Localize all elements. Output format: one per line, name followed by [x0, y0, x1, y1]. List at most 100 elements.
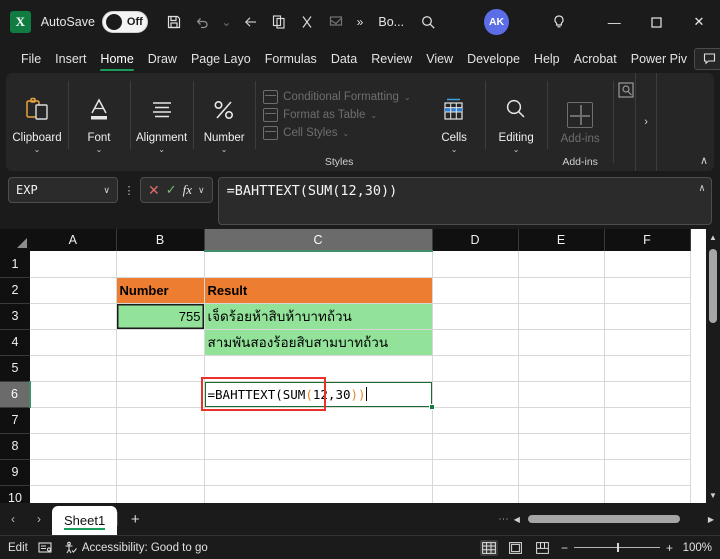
cell-a5[interactable]	[30, 355, 116, 381]
scroll-left-icon[interactable]: ◀	[514, 515, 520, 524]
cell-f7[interactable]	[604, 407, 690, 433]
vertical-scrollbar[interactable]: ▲ ▼	[706, 229, 720, 503]
tab-home[interactable]: Home	[93, 44, 140, 73]
cell-b2[interactable]: Number	[116, 277, 204, 303]
page-break-preview-button[interactable]	[534, 540, 552, 556]
cell-b8[interactable]	[116, 433, 204, 459]
tab-draw[interactable]: Draw	[141, 44, 184, 73]
cell-e8[interactable]	[518, 433, 604, 459]
autosave-toggle[interactable]: Off	[102, 11, 148, 33]
tab-power-pivot[interactable]: Power Piv	[624, 44, 694, 73]
cell-b7[interactable]	[116, 407, 204, 433]
cell-c1[interactable]	[204, 251, 432, 277]
cell-b6[interactable]	[116, 381, 204, 407]
worksheet-grid[interactable]: A B C D E F 1 2 Number Result	[0, 229, 720, 503]
cell-d8[interactable]	[432, 433, 518, 459]
cell-d6[interactable]	[432, 381, 518, 407]
name-box[interactable]: EXP ∨	[8, 177, 118, 203]
cell-f10[interactable]	[604, 485, 690, 503]
cancel-formula-icon[interactable]: ✕	[148, 182, 160, 199]
copy-icon[interactable]	[265, 7, 293, 37]
zoom-in-button[interactable]: +	[666, 541, 673, 555]
row-header-6[interactable]: 6	[0, 381, 30, 407]
cell-f1[interactable]	[604, 251, 690, 277]
column-header-b[interactable]: B	[116, 229, 204, 251]
tab-view[interactable]: View	[419, 44, 460, 73]
cell-b5[interactable]	[116, 355, 204, 381]
chevron-down-icon[interactable]: ⌄	[34, 145, 41, 155]
row-header-4[interactable]: 4	[0, 329, 30, 355]
page-layout-view-button[interactable]	[507, 540, 525, 556]
scroll-right-icon[interactable]: ▶	[708, 515, 714, 524]
format-painter-icon[interactable]	[321, 7, 349, 37]
cell-e4[interactable]	[518, 329, 604, 355]
row-header-8[interactable]: 8	[0, 433, 30, 459]
zoom-track[interactable]	[574, 547, 660, 548]
horizontal-scroll-thumb[interactable]	[528, 515, 680, 523]
record-macro-icon[interactable]	[38, 541, 53, 554]
chevron-down-icon[interactable]: ⌄	[451, 145, 458, 155]
horizontal-scrollbar[interactable]: ◀ ▶	[514, 514, 714, 524]
cell-d3[interactable]	[432, 303, 518, 329]
chevron-down-icon[interactable]: ⌄	[221, 145, 228, 155]
ribbon-more-button[interactable]: ›	[635, 73, 657, 171]
cell-d4[interactable]	[432, 329, 518, 355]
cell-f4[interactable]	[604, 329, 690, 355]
tab-data[interactable]: Data	[324, 44, 364, 73]
maximize-button[interactable]	[635, 0, 677, 44]
cell-c8[interactable]	[204, 433, 432, 459]
cell-f8[interactable]	[604, 433, 690, 459]
tab-acrobat[interactable]: Acrobat	[567, 44, 624, 73]
ribbon-group-font[interactable]: Font ⌄	[68, 73, 130, 171]
cell-e1[interactable]	[518, 251, 604, 277]
comments-button[interactable]	[694, 48, 720, 70]
more-commands-icon[interactable]: »	[350, 7, 371, 37]
cell-d2[interactable]	[432, 277, 518, 303]
ribbon-group-cells[interactable]: Cells ⌄	[423, 73, 485, 171]
column-header-c[interactable]: C	[204, 229, 432, 251]
cell-f5[interactable]	[604, 355, 690, 381]
cell-b4[interactable]	[116, 329, 204, 355]
formula-input[interactable]: =BAHTTEXT(SUM(12,30)) ∧	[218, 177, 712, 225]
zoom-thumb[interactable]	[617, 543, 619, 552]
column-header-e[interactable]: E	[518, 229, 604, 251]
cell-b9[interactable]	[116, 459, 204, 485]
cell-a2[interactable]	[30, 277, 116, 303]
accessibility-status[interactable]: Accessibility: Good to go	[63, 541, 208, 555]
ribbon-group-editing[interactable]: Editing ⌄	[485, 73, 547, 171]
column-header-f[interactable]: F	[604, 229, 690, 251]
scroll-down-icon[interactable]: ▼	[706, 487, 720, 503]
ribbon-group-clipboard[interactable]: Clipboard ⌄	[6, 73, 68, 171]
search-icon[interactable]	[414, 7, 442, 37]
ribbon-group-alignment[interactable]: Alignment ⌄	[130, 73, 193, 171]
cell-a9[interactable]	[30, 459, 116, 485]
tab-file[interactable]: File	[14, 44, 48, 73]
cell-f6[interactable]	[604, 381, 690, 407]
redo-icon[interactable]	[237, 7, 265, 37]
cell-c4[interactable]: สามพันสองร้อยสิบสามบาทถ้วน	[204, 329, 432, 355]
cell-d7[interactable]	[432, 407, 518, 433]
column-header-d[interactable]: D	[432, 229, 518, 251]
cell-a8[interactable]	[30, 433, 116, 459]
cell-b3[interactable]: 755	[116, 303, 204, 329]
tab-insert[interactable]: Insert	[48, 44, 93, 73]
tab-developer[interactable]: Develope	[460, 44, 527, 73]
get-addins-icon[interactable]	[617, 81, 635, 99]
cell-b1[interactable]	[116, 251, 204, 277]
account-avatar[interactable]: AK	[484, 9, 508, 35]
row-header-2[interactable]: 2	[0, 277, 30, 303]
cell-a3[interactable]	[30, 303, 116, 329]
chevron-down-icon[interactable]: ∨	[198, 185, 205, 196]
chevron-down-icon[interactable]: ⌄	[158, 145, 165, 155]
row-header-9[interactable]: 9	[0, 459, 30, 485]
cell-a1[interactable]	[30, 251, 116, 277]
minimize-button[interactable]: —	[593, 0, 635, 44]
cell-a6[interactable]	[30, 381, 116, 407]
cell-e6[interactable]	[518, 381, 604, 407]
sheet-tab-sheet1[interactable]: Sheet1	[52, 506, 117, 535]
ribbon-group-number[interactable]: Number ⌄	[193, 73, 255, 171]
cell-a7[interactable]	[30, 407, 116, 433]
chevron-down-icon[interactable]: ∨	[103, 185, 110, 196]
cell-d1[interactable]	[432, 251, 518, 277]
cell-e2[interactable]	[518, 277, 604, 303]
